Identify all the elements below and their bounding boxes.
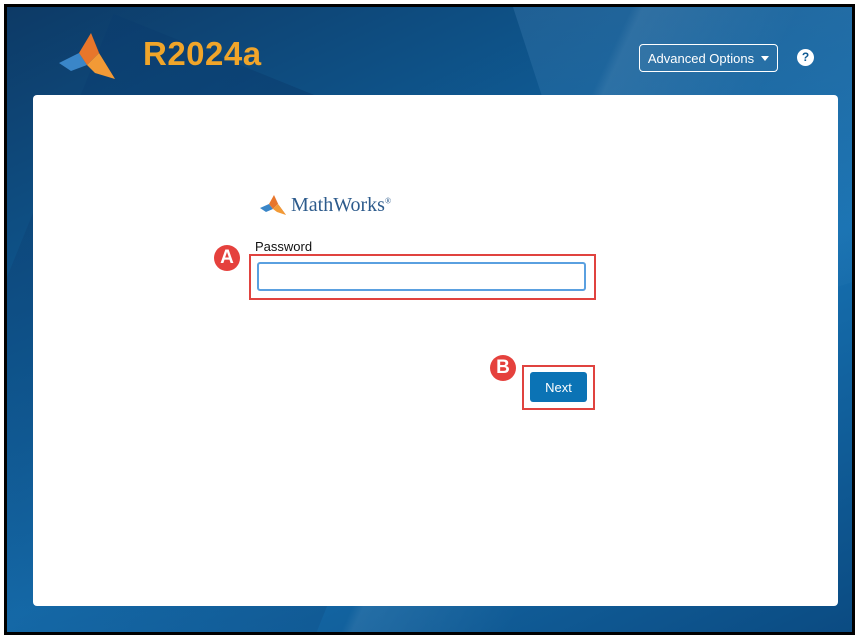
callout-a: A [214,245,240,271]
password-label: Password [255,239,313,254]
brand-name: MathWorks® [291,193,392,216]
advanced-options-label: Advanced Options [647,50,755,66]
chevron-down-icon [761,55,770,61]
mathworks-logo-icon [260,195,286,215]
installer-window: R2024a Advanced Options ? MathWorks® A P… [4,4,855,635]
release-title: R2024a [143,35,262,72]
matlab-logo-icon [59,33,115,79]
mathworks-logo: MathWorks® [259,193,391,217]
password-input[interactable] [257,262,586,291]
next-button[interactable]: Next [530,372,587,402]
advanced-options-button[interactable]: Advanced Options [639,44,778,72]
callout-b: B [490,355,516,381]
login-panel: MathWorks® A Password B Next [33,95,838,606]
help-icon[interactable]: ? [797,49,814,66]
